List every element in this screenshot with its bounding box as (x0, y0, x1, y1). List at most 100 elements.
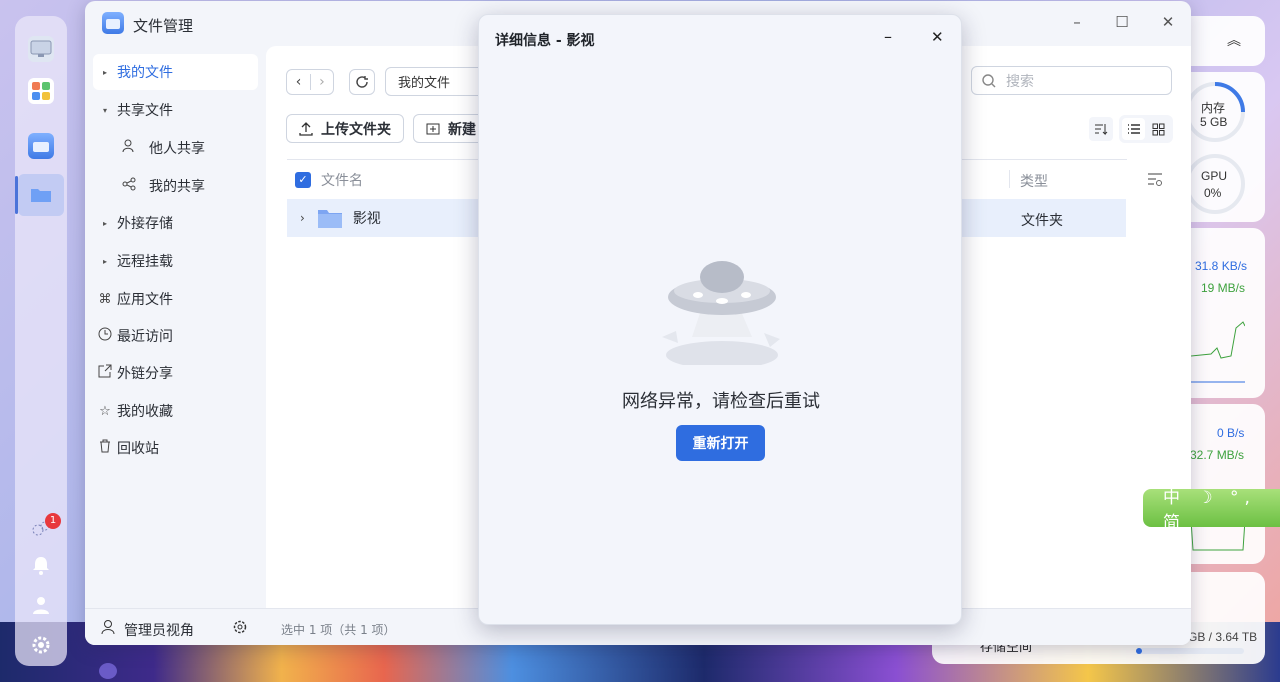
minimize-button[interactable]: – (1067, 13, 1087, 31)
view-toggle (1119, 115, 1173, 143)
sidebar-item-trash[interactable]: 回收站 (93, 430, 258, 466)
ime-toolbar[interactable]: 中 ☽ °, 简 (1143, 488, 1280, 533)
disk-read-rate: 0 B/s (1217, 426, 1245, 440)
dialog-close-button[interactable]: ✕ (931, 28, 944, 46)
gpu-gauge (1185, 154, 1245, 214)
sidebar-item-label: 我的共享 (149, 179, 205, 195)
launcher-icon[interactable] (99, 663, 117, 679)
net-download-rate: 19 MB/s (1201, 281, 1246, 295)
reopen-button[interactable]: 重新打开 (676, 425, 765, 461)
ime-status[interactable]: 中 ☽ °, 简 (1163, 483, 1280, 533)
users-icon (117, 139, 141, 157)
bell-icon[interactable] (28, 552, 54, 578)
sidebar-item-label: 我的收藏 (117, 404, 173, 420)
command-icon: ⌘ (98, 291, 112, 307)
clock-icon (93, 327, 117, 345)
error-message: 网络异常，请检查后重试 (622, 391, 820, 412)
sidebar-item-favorites[interactable]: ☆ 我的收藏 (93, 393, 258, 429)
back-icon[interactable]: ‹ (287, 74, 310, 90)
file-name: 影视 (352, 211, 381, 227)
caret-right-icon: ▸ (102, 218, 107, 228)
sidebar-item-shared-files[interactable]: ▾ 共享文件 (93, 92, 258, 128)
maximize-button[interactable]: ☐ (1112, 13, 1132, 31)
user-icon[interactable] (28, 592, 54, 618)
upload-icon (299, 121, 313, 136)
gpu-value: 0% (1204, 186, 1222, 200)
sidebar-item-link-share[interactable]: 外链分享 (93, 355, 258, 391)
list-icon (1127, 124, 1140, 134)
upload-folder-label: 上传文件夹 (321, 121, 391, 138)
refresh-icon (356, 76, 368, 88)
admin-view-icon (101, 619, 117, 639)
sidebar-item-external-storage[interactable]: ▸ 外接存储 (93, 205, 258, 241)
chevron-up-icon[interactable]: ︽ (1227, 30, 1241, 50)
storage-bar (1136, 648, 1244, 654)
memory-label: 内存 (1201, 101, 1226, 115)
sidebar-item-label: 远程挂载 (117, 254, 173, 270)
settings-icon[interactable] (28, 632, 54, 658)
details-dialog: 详细信息 - 影视 – ✕ 网络异常，请检查后重试 重新打开 (478, 14, 962, 625)
trash-icon (93, 439, 117, 457)
search-placeholder: 搜索 (1006, 73, 1034, 90)
memory-value: 5 GB (1200, 115, 1228, 129)
grid-view-button[interactable] (1147, 118, 1170, 140)
dialog-minimize-button[interactable]: – (884, 27, 892, 46)
sidebar-item-shared-with-me[interactable]: 他人共享 (93, 130, 258, 166)
star-icon: ☆ (99, 403, 111, 419)
upload-folder-button[interactable]: 上传文件夹 (286, 114, 404, 143)
caret-down-icon: ▾ (102, 105, 107, 115)
storage-usage: GB / 3.64 TB (1188, 630, 1258, 644)
dock: 1 (15, 16, 67, 666)
admin-view-label[interactable]: 管理员视角 (124, 620, 194, 640)
column-header-name[interactable]: 文件名 (321, 170, 363, 190)
sort-button[interactable] (1089, 117, 1113, 141)
sidebar-item-label: 共享文件 (117, 103, 173, 119)
close-button[interactable]: ✕ (1158, 13, 1178, 31)
sidebar-item-app-files[interactable]: ⌘ 应用文件 (93, 281, 258, 317)
search-input[interactable]: 搜索 (971, 66, 1172, 95)
search-icon (982, 73, 996, 87)
sidebar-item-label: 他人共享 (149, 141, 205, 157)
expand-chevron-icon[interactable]: › (300, 211, 305, 225)
app-center-icon[interactable] (28, 78, 54, 104)
caret-right-icon: ▸ (102, 67, 107, 77)
refresh-button[interactable] (349, 69, 375, 95)
sidebar-item-label: 回收站 (117, 441, 159, 457)
ufo-illustration-icon (662, 261, 780, 365)
column-settings-icon[interactable] (1147, 171, 1163, 191)
net-upload-rate: 31.8 KB/s (1195, 259, 1248, 273)
new-folder-icon (426, 123, 440, 134)
column-header-type[interactable]: 类型 (1020, 171, 1048, 191)
sidebar-item-my-shares[interactable]: 我的共享 (93, 168, 258, 204)
grid-icon (1152, 123, 1165, 135)
sidebar-item-recent[interactable]: 最近访问 (93, 318, 258, 354)
net-graph (1191, 321, 1245, 383)
select-all-checkbox[interactable]: ✓ (295, 171, 311, 188)
notification-badge: 1 (45, 513, 61, 529)
sidebar-item-label: 我的文件 (117, 65, 173, 81)
sidebar-item-my-files[interactable]: ▸ 我的文件 (93, 54, 258, 90)
list-view-button[interactable] (1122, 118, 1145, 140)
forward-icon[interactable]: › (311, 74, 333, 90)
nav-buttons: ‹ › (286, 69, 334, 95)
disk-write-rate: 32.7 MB/s (1190, 448, 1245, 462)
column-divider (1009, 170, 1010, 188)
dock-active-indicator (15, 176, 18, 214)
sidebar-item-label: 最近访问 (117, 329, 173, 345)
share-icon (117, 177, 141, 195)
gear-icon[interactable] (232, 619, 248, 639)
sidebar: ▸ 我的文件 ▾ 共享文件 他人共享 我的共享 ▸ 外接存储 ▸ 远程挂载 ⌘ … (85, 47, 265, 607)
file-manager-icon[interactable] (28, 133, 54, 159)
new-label: 新建 (448, 121, 476, 138)
desktop-icon[interactable] (28, 36, 54, 62)
sidebar-item-label: 应用文件 (117, 292, 173, 308)
gpu-label: GPU (1201, 169, 1228, 183)
sidebar-item-label: 外接存储 (117, 216, 173, 232)
folder-icon[interactable] (28, 181, 54, 207)
sidebar-item-remote-mount[interactable]: ▸ 远程挂载 (93, 243, 258, 279)
selection-status: 选中 1 项（共 1 项） (281, 623, 396, 637)
external-link-icon (93, 364, 117, 382)
dialog-title: 详细信息 - 影视 (495, 33, 595, 49)
storage-bar-fill (1136, 648, 1142, 654)
caret-right-icon: ▸ (102, 256, 107, 266)
